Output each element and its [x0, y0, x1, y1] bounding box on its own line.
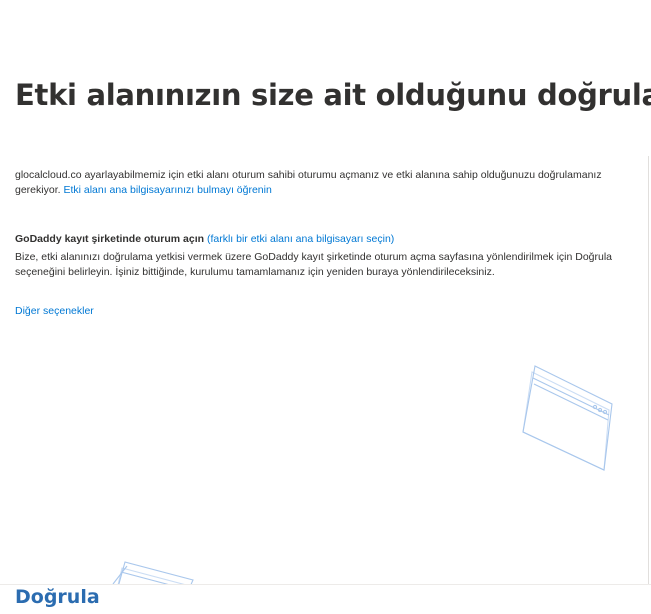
verify-domain-page: Etki alanınızın size ait olduğunu doğrul…	[0, 0, 651, 614]
intro-paragraph: glocalcloud.co ayarlayabilmemiz için etk…	[15, 168, 635, 198]
other-options-link[interactable]: Diğer seçenekler	[15, 304, 94, 318]
registrar-description: Bize, etki alanınızı doğrulama yetkisi v…	[15, 251, 613, 278]
registrar-heading: GoDaddy kayıt şirketinde oturum açın	[15, 233, 205, 245]
page-title: Etki alanınızın size ait olduğunu doğrul…	[15, 78, 651, 112]
choose-different-host-link[interactable]: (farklı bir etki alanı ana bilgisayarı s…	[207, 233, 394, 245]
browser-window-icon	[522, 365, 613, 471]
find-domain-host-link[interactable]: Etki alanı ana bilgisayarınızı bulmayı ö…	[63, 184, 271, 196]
verify-button[interactable]: Doğrula	[15, 586, 100, 608]
panel-divider	[648, 156, 649, 586]
registrar-heading-row: GoDaddy kayıt şirketinde oturum açın (fa…	[15, 232, 394, 246]
